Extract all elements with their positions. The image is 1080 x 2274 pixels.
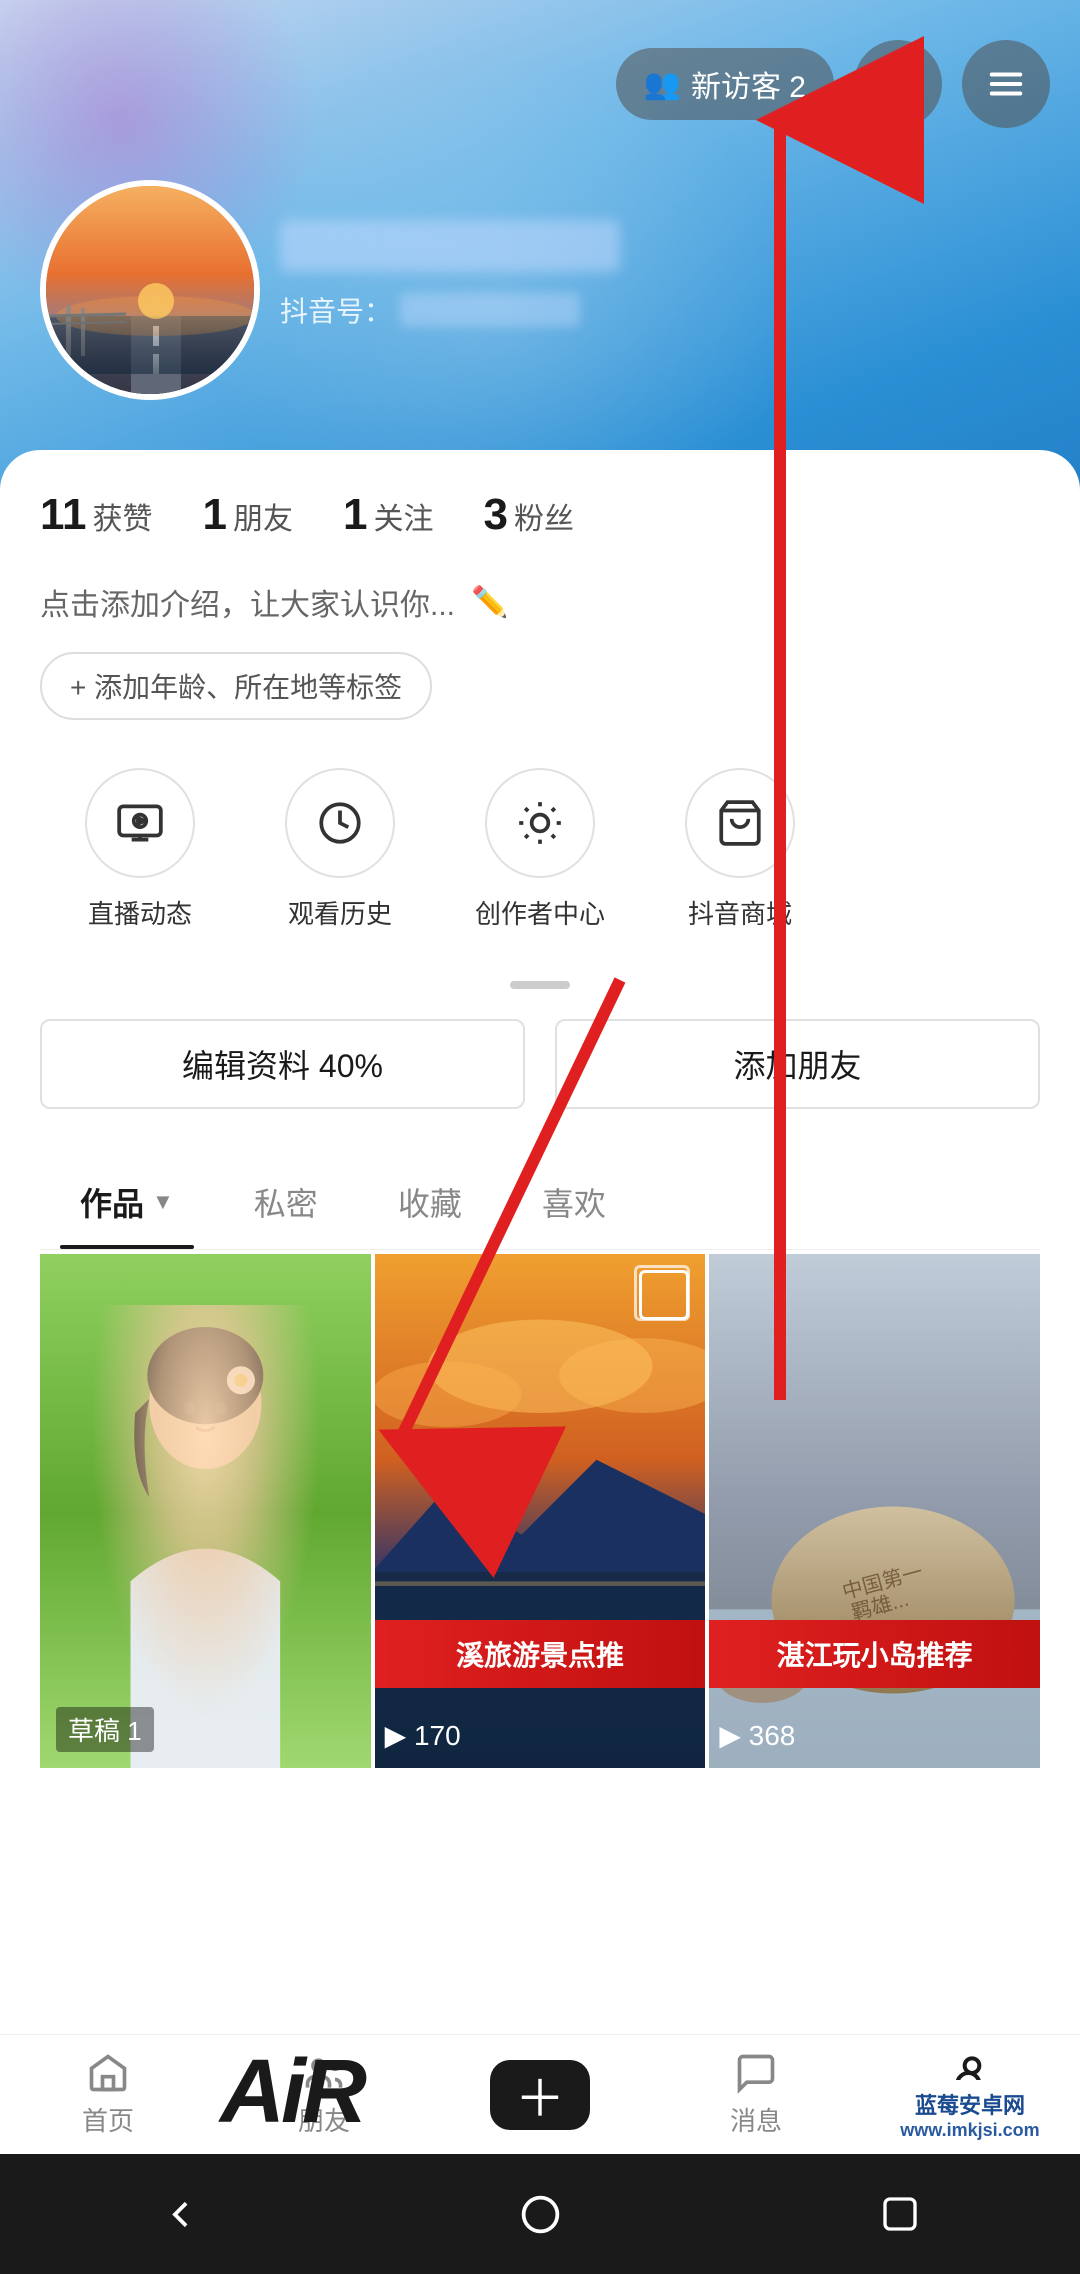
- search-button[interactable]: [854, 40, 942, 128]
- android-home-button[interactable]: [500, 2184, 580, 2244]
- douyin-id: 抖音号：: [280, 290, 620, 330]
- feature-live[interactable]: 直播动态: [40, 768, 240, 931]
- stat-likes[interactable]: 11 获赞: [40, 490, 153, 540]
- friends-label: 朋友: [233, 494, 293, 538]
- username-blurred: [280, 220, 620, 272]
- shop-label: 抖音商城: [688, 894, 792, 931]
- grid-item-2[interactable]: 溪旅游景点推 ▶ 170: [375, 1254, 706, 1768]
- content-grid: 草稿 1: [40, 1254, 1040, 1768]
- edit-bio-icon[interactable]: ✏️: [471, 585, 508, 620]
- watermark-line2: www.imkjsi.com: [872, 2120, 1068, 2141]
- feature-history[interactable]: 观看历史: [240, 768, 440, 931]
- android-recents-button[interactable]: [860, 2184, 940, 2244]
- following-label: 关注: [373, 494, 433, 538]
- nav-plus-button[interactable]: ＋: [490, 2060, 590, 2130]
- banner-tag-2: 溪旅游景点推: [375, 1620, 706, 1688]
- stat-followers[interactable]: 3 粉丝: [483, 490, 573, 540]
- watermark: 蓝莓安卓网 www.imkjsi.com: [860, 2080, 1080, 2149]
- add-tag-label: + 添加年龄、所在地等标签: [70, 666, 402, 706]
- bio-text: 点击添加介绍，让大家认识你...: [40, 580, 455, 624]
- live-icon-wrap: [85, 768, 195, 878]
- top-bar: 👥 新访客 2: [616, 40, 1050, 128]
- add-friend-label: 添加朋友: [733, 1041, 861, 1087]
- creator-label: 创作者中心: [475, 894, 605, 931]
- play-count-2: ▶ 170: [385, 1719, 461, 1752]
- nav-plus[interactable]: ＋: [470, 2060, 610, 2130]
- android-back-button[interactable]: [140, 2184, 220, 2244]
- tabs-row: 作品 ▼ 私密 收藏 喜欢: [40, 1159, 1040, 1250]
- add-friend-button[interactable]: 添加朋友: [555, 1019, 1040, 1109]
- feature-shop[interactable]: 抖音商城: [640, 768, 840, 931]
- watermark-line1: 蓝莓安卓网: [872, 2088, 1068, 2120]
- edit-profile-button[interactable]: 编辑资料 40%: [40, 1019, 525, 1109]
- banner-tag-3: 湛江玩小岛推荐: [709, 1620, 1040, 1688]
- stats-row: 11 获赞 1 朋友 1 关注 3 粉丝: [40, 490, 1040, 540]
- feature-creator[interactable]: 创作者中心: [440, 768, 640, 931]
- scroll-indicator: [40, 981, 1040, 989]
- username-area: 抖音号：: [280, 220, 620, 330]
- air-text: AiR: [220, 2041, 363, 2144]
- tab-saved-label: 收藏: [398, 1179, 462, 1225]
- shop-icon-wrap: [685, 768, 795, 878]
- tab-works[interactable]: 作品 ▼: [40, 1159, 214, 1249]
- edit-profile-label: 编辑资料 40%: [182, 1041, 383, 1087]
- nav-messages-label: 消息: [730, 2101, 782, 2138]
- tab-liked[interactable]: 喜欢: [502, 1159, 646, 1249]
- draft-badge: 草稿 1: [56, 1707, 154, 1752]
- grid-item-3[interactable]: 中国第一 羁雄... 湛江玩小岛推荐 ▶ 368: [709, 1254, 1040, 1768]
- nav-messages[interactable]: 消息: [686, 2051, 826, 2138]
- tab-liked-label: 喜欢: [542, 1179, 606, 1225]
- following-count: 1: [343, 490, 367, 540]
- history-label: 观看历史: [288, 894, 392, 931]
- tab-chevron-icon: ▼: [152, 1189, 174, 1215]
- play-count-3: ▶ 368: [719, 1719, 795, 1752]
- menu-button[interactable]: [962, 40, 1050, 128]
- add-tag-button[interactable]: + 添加年龄、所在地等标签: [40, 652, 432, 720]
- visitor-label: 新访客 2: [691, 62, 806, 106]
- action-buttons: 编辑资料 40% 添加朋友: [40, 1019, 1040, 1109]
- tab-works-label: 作品: [80, 1179, 144, 1225]
- tab-saved[interactable]: 收藏: [358, 1159, 502, 1249]
- stat-friends[interactable]: 1 朋友: [203, 490, 293, 540]
- live-label: 直播动态: [88, 894, 192, 931]
- visitor-icon: 👥: [644, 67, 681, 102]
- grid-item-1[interactable]: 草稿 1: [40, 1254, 371, 1768]
- android-nav-bar: [0, 2154, 1080, 2274]
- bio-row[interactable]: 点击添加介绍，让大家认识你... ✏️: [40, 580, 1040, 624]
- nav-plus-icon: ＋: [515, 2059, 565, 2131]
- creator-icon-wrap: [485, 768, 595, 878]
- visitor-button[interactable]: 👥 新访客 2: [616, 48, 834, 120]
- tab-private[interactable]: 私密: [214, 1159, 358, 1249]
- nav-home[interactable]: 首页: [38, 2051, 178, 2138]
- features-row: 直播动态 观看历史 创作者中心: [40, 768, 1040, 931]
- tab-private-label: 私密: [254, 1179, 318, 1225]
- history-icon-wrap: [285, 768, 395, 878]
- likes-label: 获赞: [93, 494, 153, 538]
- followers-label: 粉丝: [514, 494, 574, 538]
- stat-following[interactable]: 1 关注: [343, 490, 433, 540]
- avatar[interactable]: [40, 180, 260, 400]
- likes-count: 11: [40, 490, 87, 540]
- multi-icon: [639, 1270, 689, 1320]
- friends-count: 1: [203, 490, 227, 540]
- followers-count: 3: [483, 490, 507, 540]
- main-card: 11 获赞 1 朋友 1 关注 3 粉丝 点击添加介绍，让大家认识你... ✏️…: [0, 450, 1080, 2250]
- nav-home-label: 首页: [82, 2101, 134, 2138]
